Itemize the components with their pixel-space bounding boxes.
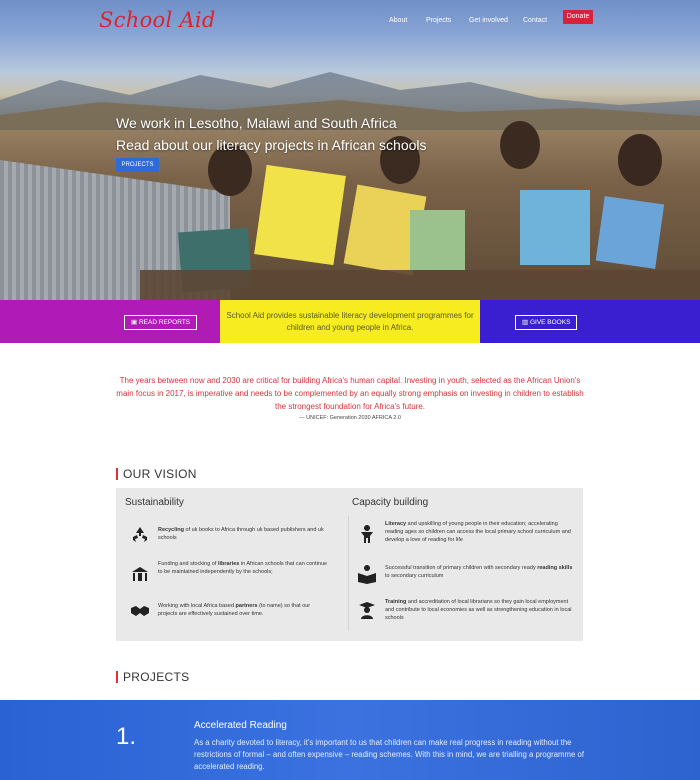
- libraries-pre: Funding and stocking of: [158, 561, 218, 567]
- donate-button[interactable]: Donate: [563, 10, 593, 24]
- strip-mission-text: School Aid provides sustainable literacy…: [226, 311, 474, 332]
- report-icon: ▣: [131, 319, 139, 326]
- nav-about[interactable]: About: [389, 17, 407, 24]
- projects-heading: PROJECTS: [116, 671, 189, 683]
- give-books-button[interactable]: ▥ GIVE BOOKS: [515, 315, 578, 330]
- vision-item-training: Training and accreditation of local libr…: [385, 598, 577, 622]
- vision-item-reading-skills: Successful transition of primary childre…: [385, 564, 577, 580]
- training-bold: Training: [385, 599, 407, 605]
- unicef-quote: The years between now and 2030 are criti…: [116, 376, 584, 411]
- quote-source: — UNICEF: Generation 2030 AFRICA 2.0: [299, 415, 401, 421]
- give-books-label: GIVE BOOKS: [529, 319, 571, 326]
- vision-panel: Sustainability Capacity building Recycli…: [116, 488, 583, 641]
- hero-line-2: Read about our literacy projects in Afri…: [116, 137, 427, 153]
- project-number: 1.: [116, 723, 137, 750]
- book-icon: ▥: [522, 319, 530, 326]
- projects-button[interactable]: PROJECTS: [116, 158, 159, 172]
- main-nav: About Projects Get involved Contact: [0, 15, 700, 35]
- read-reports-button[interactable]: ▣ READ REPORTS: [124, 315, 198, 330]
- reading-skills-text: to secondary curriculum: [385, 573, 444, 579]
- recycling-bold: Recycling: [158, 527, 184, 533]
- column-divider: [348, 516, 349, 631]
- libraries-bold: libraries: [217, 561, 240, 567]
- hero-text: We work in Lesotho, Malawi and South Afr…: [116, 112, 427, 156]
- hero-banner: School Aid About Projects Get involved C…: [0, 0, 700, 300]
- literacy-text: and upskilling of young people in their …: [385, 521, 571, 543]
- vision-item-libraries: Funding and stocking of libraries in Afr…: [158, 560, 330, 576]
- training-text: and accreditation of local librarians so…: [385, 599, 572, 621]
- reading-skills-bold: reading skills: [537, 565, 573, 571]
- read-reports-label: READ REPORTS: [138, 319, 191, 326]
- vision-item-partners: Working with local Africa based partners…: [158, 602, 330, 618]
- library-icon: [132, 567, 148, 581]
- strip-blue-panel: [480, 300, 700, 343]
- vision-item-recycling: Recycling of uk books to Africa through …: [158, 526, 330, 542]
- vision-heading: OUR VISION: [116, 468, 197, 480]
- partners-pre: Working with local Africa based: [158, 603, 236, 609]
- handshake-icon: [131, 606, 149, 616]
- vision-item-literacy: Literacy and upskilling of young people …: [385, 520, 577, 544]
- reading-skills-pre: Successful transition of primary childre…: [385, 565, 538, 571]
- recycle-icon: [133, 527, 147, 542]
- project-title[interactable]: Accelerated Reading: [194, 720, 287, 731]
- book-reader-icon: [358, 565, 376, 584]
- project-description: As a charity devoted to literacy, it's i…: [194, 738, 585, 771]
- nav-get-involved[interactable]: Get involved: [469, 17, 508, 24]
- partners-bold: partners: [235, 603, 258, 609]
- nav-contact[interactable]: Contact: [523, 17, 547, 24]
- hero-line-1: We work in Lesotho, Malawi and South Afr…: [116, 115, 397, 131]
- action-strip: ▣ READ REPORTS School Aid provides susta…: [0, 300, 700, 343]
- capacity-building-heading: Capacity building: [352, 497, 429, 508]
- sustainability-heading: Sustainability: [125, 497, 184, 508]
- nav-projects[interactable]: Projects: [426, 17, 451, 24]
- child-icon: [361, 525, 373, 543]
- graduate-icon: [359, 602, 375, 619]
- literacy-bold: Literacy: [385, 521, 407, 527]
